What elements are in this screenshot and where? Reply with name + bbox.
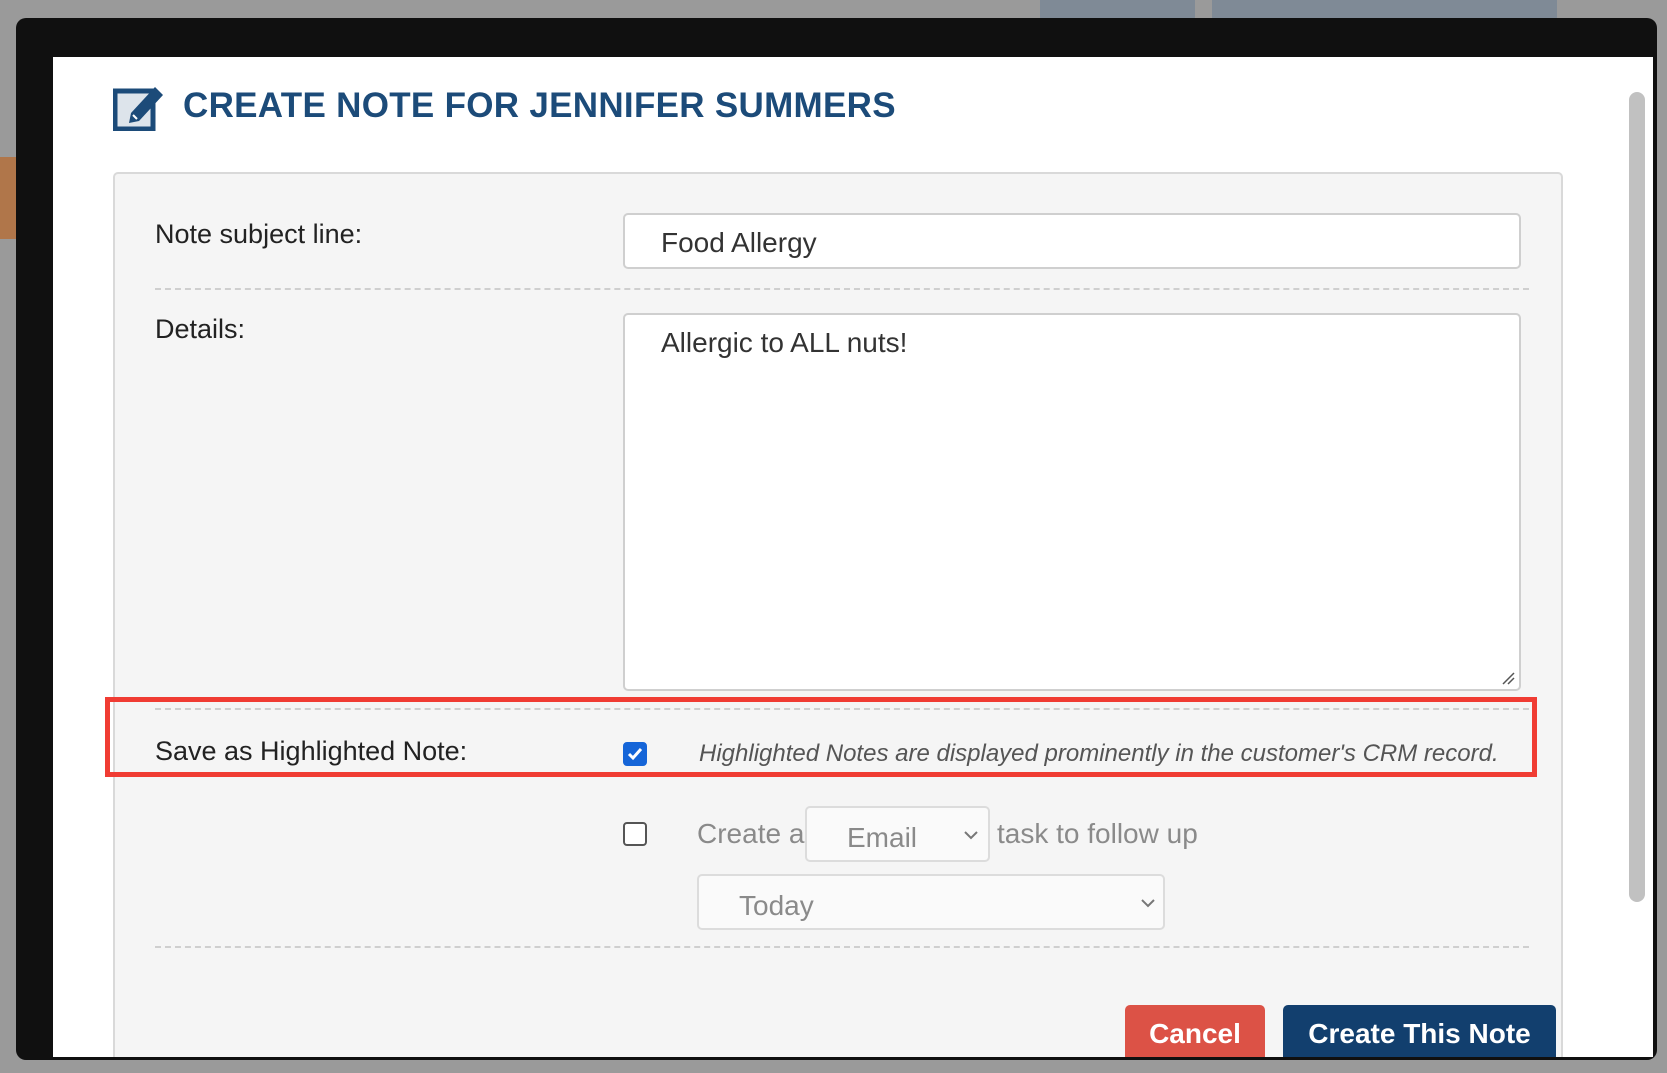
divider <box>155 946 1529 948</box>
annotation-highlight-box <box>105 697 1537 777</box>
subject-input[interactable]: Food Allergy <box>623 213 1521 269</box>
cancel-button[interactable]: Cancel <box>1125 1005 1265 1057</box>
scrollbar-thumb[interactable] <box>1629 92 1645 902</box>
chevron-down-icon <box>1141 899 1155 908</box>
task-type-select[interactable]: Email <box>805 806 990 862</box>
task-checkbox[interactable] <box>623 822 647 846</box>
task-suffix: task to follow up <box>997 818 1198 849</box>
subject-label: Note subject line: <box>155 219 363 249</box>
edit-note-icon <box>113 87 163 131</box>
background-tab <box>1040 0 1195 20</box>
details-label: Details: <box>155 314 246 344</box>
create-note-button[interactable]: Create This Note <box>1283 1005 1556 1057</box>
modal-frame: CREATE NOTE FOR JENNIFER SUMMERS Note su… <box>16 18 1657 1060</box>
dialog-header: CREATE NOTE FOR JENNIFER SUMMERS <box>113 81 896 131</box>
note-form-panel: Note subject line: Food Allergy Details:… <box>113 172 1563 1057</box>
background-tab <box>1212 0 1557 20</box>
resize-handle-icon[interactable] <box>1499 669 1515 685</box>
details-textarea[interactable]: Allergic to ALL nuts! <box>623 313 1521 691</box>
divider <box>155 288 1529 290</box>
details-text: Allergic to ALL nuts! <box>661 327 908 358</box>
create-note-modal: CREATE NOTE FOR JENNIFER SUMMERS Note su… <box>53 57 1653 1057</box>
page-title: CREATE NOTE FOR JENNIFER SUMMERS <box>183 86 896 125</box>
task-due-value: Today <box>739 890 814 921</box>
task-due-select[interactable]: Today <box>697 874 1165 930</box>
task-type-value: Email <box>847 822 918 853</box>
task-prefix: Create a <box>697 818 805 849</box>
chevron-down-icon <box>964 831 978 840</box>
scrollbar[interactable] <box>1617 57 1653 1057</box>
